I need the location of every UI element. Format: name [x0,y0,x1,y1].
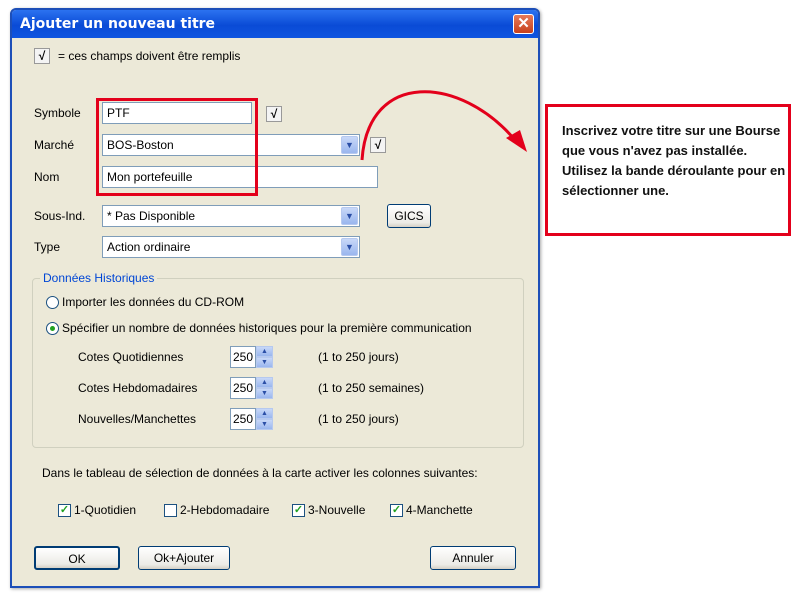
column-weekly-checkbox[interactable] [164,504,177,517]
news-range: (1 to 250 jours) [318,412,399,426]
dialog-title: Ajouter un nouveau titre [20,16,216,32]
required-fields-highlight [96,98,258,196]
column-daily-label: 1-Quotidien [74,503,137,517]
name-label: Nom [34,170,60,184]
close-button[interactable]: ✕ [513,14,534,34]
required-check-icon: √ [34,48,50,64]
news-spinner[interactable]: 250 ▲ ▼ [230,408,274,430]
column-news-checkbox[interactable]: ✓ [292,504,305,517]
subind-dropdown-arrow-icon[interactable]: ▼ [341,207,358,225]
weekly-quotes-value[interactable]: 250 [230,377,256,399]
import-cdrom-radio[interactable] [46,296,59,309]
type-select[interactable]: Action ordinaire ▼ [102,236,360,258]
import-cdrom-label: Importer les données du CD-ROM [62,295,245,309]
daily-quotes-value[interactable]: 250 [230,346,256,368]
column-headline-checkbox[interactable]: ✓ [390,504,403,517]
spinner-down-icon[interactable]: ▼ [256,357,273,368]
daily-quotes-range: (1 to 250 jours) [318,350,399,364]
spinner-down-icon[interactable]: ▼ [256,419,273,430]
news-label: Nouvelles/Manchettes [78,412,197,426]
close-icon: ✕ [517,15,530,32]
specify-history-radio[interactable] [46,322,59,335]
column-news-label: 3-Nouvelle [308,503,366,517]
specify-history-label: Spécifier un nombre de données historiqu… [62,321,472,335]
daily-quotes-spinner[interactable]: 250 ▲ ▼ [230,346,274,368]
ok-add-button[interactable]: Ok+Ajouter [138,546,230,570]
title-bar[interactable]: Ajouter un nouveau titre ✕ [12,10,538,38]
daily-quotes-label: Cotes Quotidiennes [78,350,184,364]
spinner-up-icon[interactable]: ▲ [256,377,273,388]
market-label: Marché [34,138,75,152]
annotation-callout: Inscrivez votre titre sur une Bourse que… [545,104,791,236]
annotation-text: Inscrivez votre titre sur une Bourse que… [562,123,786,198]
news-value[interactable]: 250 [230,408,256,430]
type-label: Type [34,240,61,254]
historical-group-title: Données Historiques [40,271,158,285]
spinner-up-icon[interactable]: ▲ [256,408,273,419]
columns-instruction: Dans le tableau de sélection de données … [42,466,478,480]
required-legend: = ces champs doivent être remplis [58,49,241,63]
cancel-button[interactable]: Annuler [430,546,516,570]
callout-arrow-icon [360,90,527,161]
type-value: Action ordinaire [107,240,191,254]
ok-button[interactable]: OK [34,546,120,570]
symbol-label: Symbole [34,106,81,120]
symbol-required-icon: √ [266,106,282,122]
column-weekly-label: 2-Hebdomadaire [180,503,270,517]
subind-label: Sous-Ind. [34,209,86,223]
weekly-quotes-label: Cotes Hebdomadaires [78,381,198,395]
weekly-quotes-range: (1 to 250 semaines) [318,381,425,395]
subind-value: * Pas Disponible [107,209,196,223]
subind-select[interactable]: * Pas Disponible ▼ [102,205,360,227]
weekly-quotes-spinner[interactable]: 250 ▲ ▼ [230,377,274,399]
column-headline-label: 4-Manchette [406,503,473,517]
column-daily-checkbox[interactable]: ✓ [58,504,71,517]
gics-button[interactable]: GICS [387,204,431,228]
type-dropdown-arrow-icon[interactable]: ▼ [341,238,358,256]
spinner-up-icon[interactable]: ▲ [256,346,273,357]
spinner-down-icon[interactable]: ▼ [256,388,273,399]
callout-arrow-path [360,90,517,161]
